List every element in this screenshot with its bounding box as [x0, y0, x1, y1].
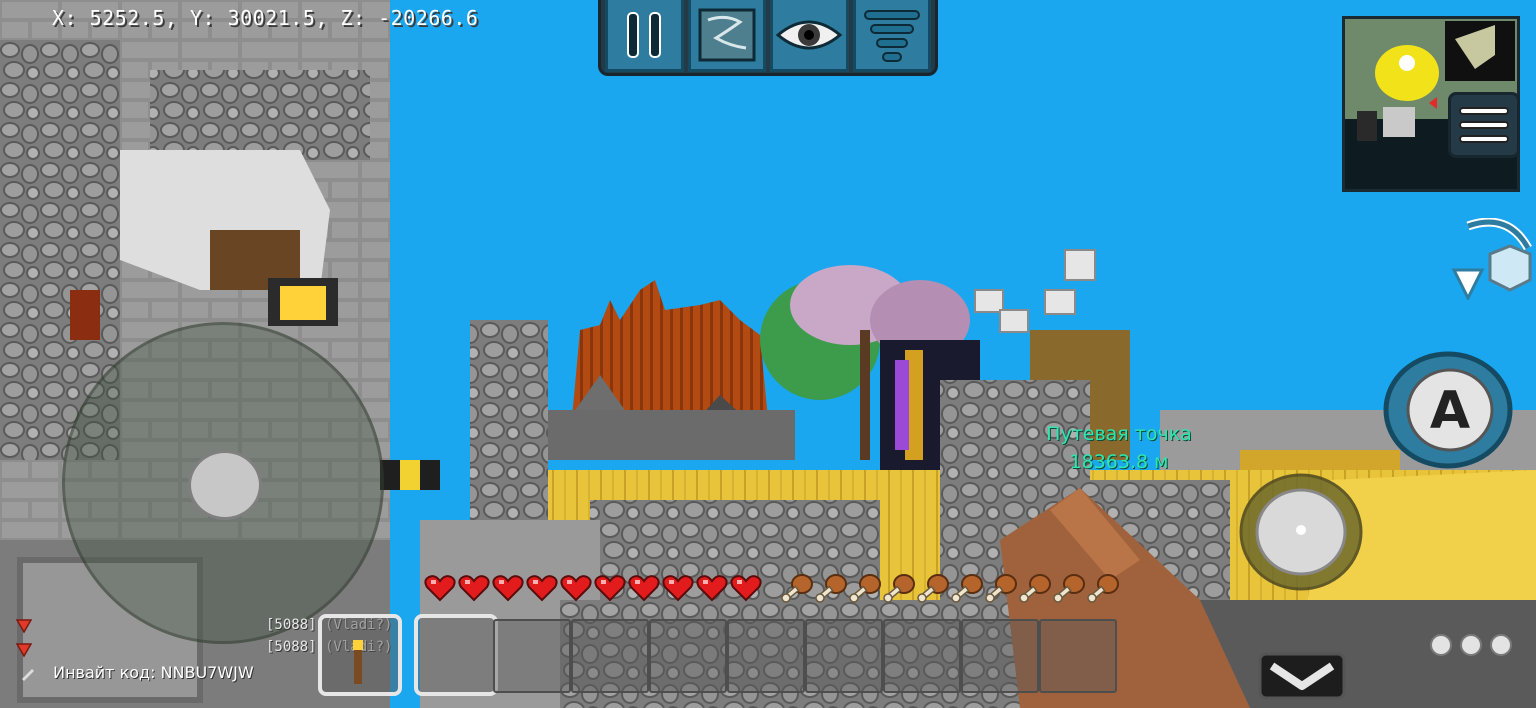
crouch-button[interactable] — [1258, 652, 1346, 700]
heart-icon — [730, 574, 762, 606]
marker-icon — [15, 619, 33, 634]
health-bar — [424, 574, 762, 606]
hotbar-slot[interactable] — [727, 619, 805, 693]
hotbar-slot[interactable] — [649, 619, 727, 693]
hunger-icon — [1086, 572, 1120, 608]
hunger-icon — [848, 572, 882, 608]
jump-label: A — [1430, 381, 1470, 441]
menu-bar-icon — [1459, 107, 1509, 115]
hunger-icon — [1018, 572, 1052, 608]
status-markers — [15, 619, 33, 658]
action-joystick[interactable] — [1238, 472, 1364, 592]
chat-dots[interactable] — [1430, 634, 1512, 656]
marker-icon — [15, 643, 33, 658]
menu-button[interactable] — [852, 0, 931, 72]
hunger-icon — [950, 572, 984, 608]
hotbar — [318, 614, 1117, 696]
menu-bar-icon — [1459, 121, 1509, 129]
hunger-icon — [984, 572, 1018, 608]
waypoint-label: Путевая точка 18363.8 м — [1024, 420, 1214, 476]
pencil-icon — [22, 668, 34, 681]
hunger-icon — [814, 572, 848, 608]
dot-icon — [1430, 634, 1452, 656]
hunger-bar — [780, 572, 1120, 608]
hunger-icon — [780, 572, 814, 608]
hunger-icon — [882, 572, 916, 608]
waypoint-distance: 18363.8 м — [1069, 451, 1169, 473]
rotate-camera-button[interactable] — [1448, 218, 1536, 300]
heart-icon — [424, 574, 456, 606]
hotbar-slot[interactable] — [493, 619, 571, 693]
menu-icon — [863, 9, 920, 62]
hotbar-slot[interactable] — [805, 619, 883, 693]
dot-icon — [1460, 634, 1482, 656]
invite-code: Инвайт код: NNBU7WJW — [20, 662, 254, 682]
heart-icon — [458, 574, 490, 606]
invite-code-text: Инвайт код: NNBU7WJW — [53, 663, 254, 682]
heart-icon — [628, 574, 660, 606]
menu-bar-icon — [1459, 135, 1509, 143]
hotbar-slot[interactable] — [883, 619, 961, 693]
map-button[interactable] — [687, 0, 766, 72]
cube-icon — [1488, 244, 1532, 292]
offhand-slot[interactable] — [318, 614, 402, 696]
view-button[interactable] — [770, 0, 849, 72]
hotbar-slot[interactable] — [571, 619, 649, 693]
dot-icon — [1490, 634, 1512, 656]
jump-button[interactable]: A — [1382, 350, 1514, 470]
heart-icon — [560, 574, 592, 606]
waypoint-title: Путевая точка — [1046, 423, 1192, 445]
hunger-icon — [916, 572, 950, 608]
minimap-menu-button[interactable] — [1448, 92, 1520, 158]
movement-joystick-knob[interactable] — [188, 450, 262, 520]
pause-icon — [627, 11, 662, 58]
hunger-icon — [1052, 572, 1086, 608]
eye-icon — [775, 20, 843, 49]
hotbar-slot[interactable] — [961, 619, 1039, 693]
heart-icon — [662, 574, 694, 606]
hotbar-slot[interactable] — [414, 614, 498, 696]
map-icon — [698, 8, 756, 61]
coordinates-readout: X: 5252.5, Y: 30021.5, Z: -20266.6 — [52, 6, 479, 30]
heart-icon — [696, 574, 728, 606]
heart-icon — [594, 574, 626, 606]
heart-icon — [526, 574, 558, 606]
hotbar-slot[interactable] — [1039, 619, 1117, 693]
heart-icon — [492, 574, 524, 606]
pause-button[interactable] — [605, 0, 684, 72]
top-toolbar — [598, 0, 938, 76]
